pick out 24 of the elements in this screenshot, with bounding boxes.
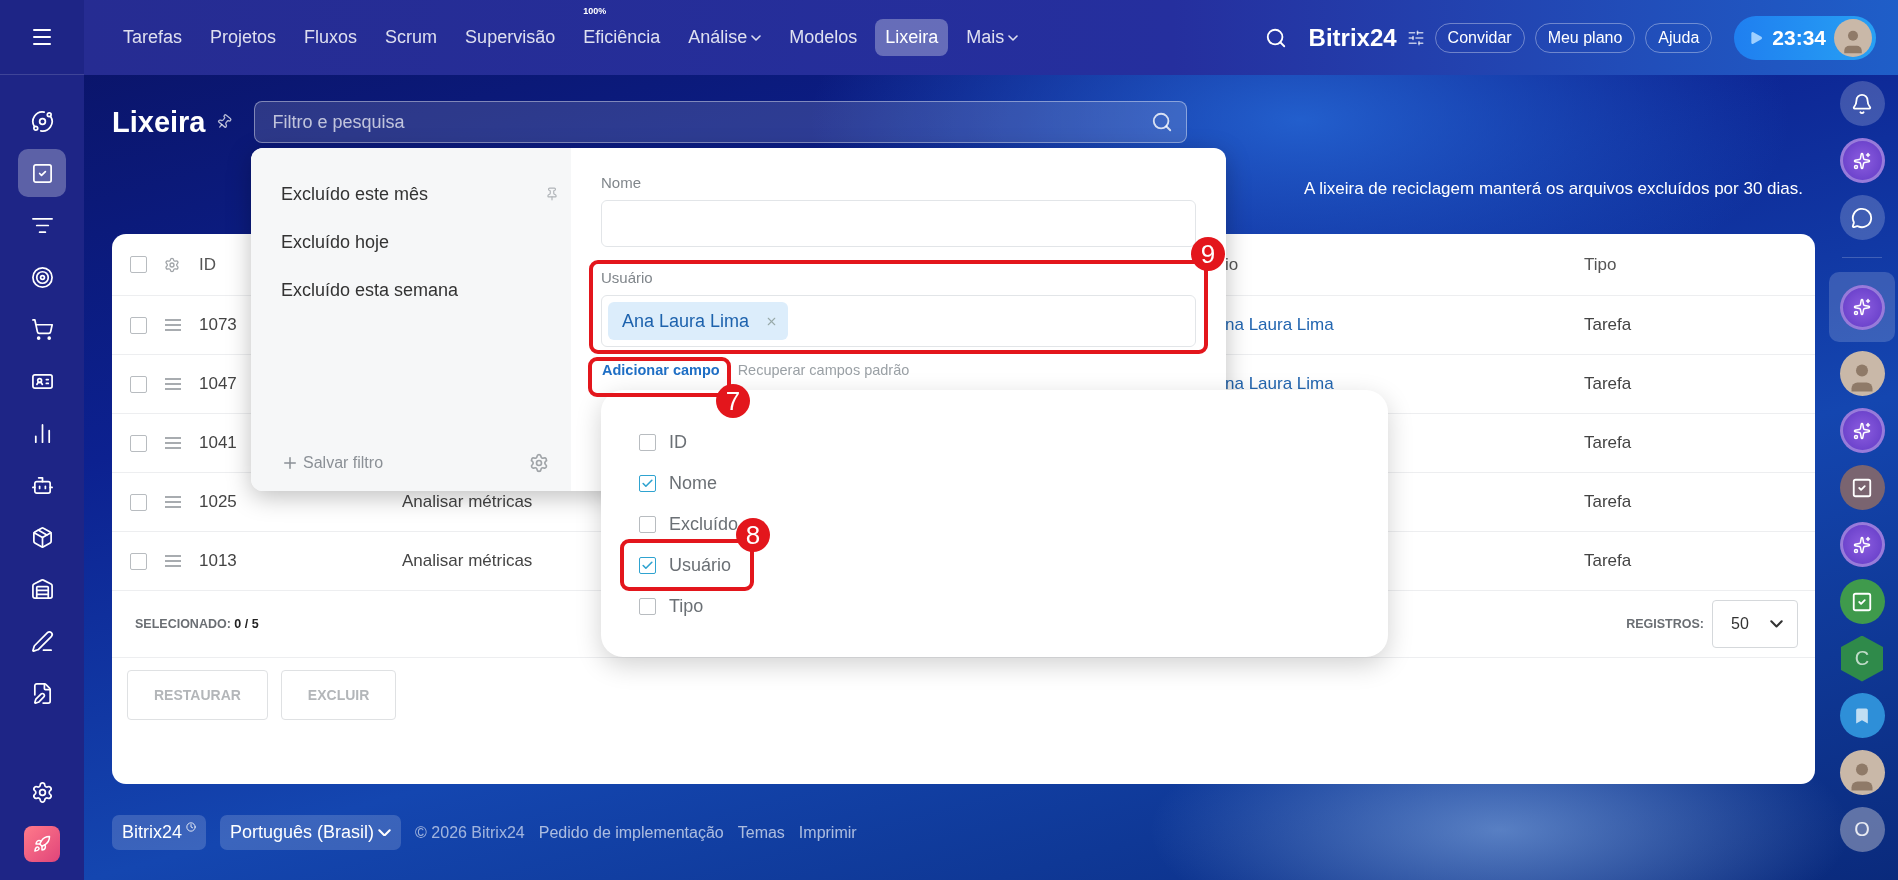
table-cell: 1041 xyxy=(199,433,237,453)
table-cell: 1013 xyxy=(199,551,237,571)
table-cell: Tarefa xyxy=(1584,374,1632,394)
table-cell: Tarefa xyxy=(1584,433,1632,453)
table-cell: Analisar métricas xyxy=(402,551,533,571)
percent-label: 100% xyxy=(583,6,607,16)
column-header: ID xyxy=(199,254,216,275)
copyright-text: © 2026 Bitrix24 xyxy=(415,823,525,842)
table-cell: 1025 xyxy=(199,492,237,512)
column-header: Tipo xyxy=(1584,254,1617,275)
table-cell: Analisar métricas xyxy=(402,492,533,512)
table-cell: Tarefa xyxy=(1584,551,1632,571)
table-cell: 1047 xyxy=(199,374,237,394)
table-cell: Tarefa xyxy=(1584,492,1632,512)
page-title: Lixeira xyxy=(112,105,206,139)
records-label: REGISTROS: xyxy=(1626,617,1704,631)
field-label: Usuário xyxy=(601,269,654,286)
table-cell: 1073 xyxy=(199,315,237,335)
selected-count: SELECIONADO: 0 / 5 xyxy=(135,617,259,631)
brand-logo: Bitrix24 xyxy=(1308,23,1397,52)
table-cell: Tarefa xyxy=(1584,315,1632,335)
column-header: io xyxy=(1225,254,1239,275)
field-label: Nome xyxy=(601,174,642,191)
notice-text: A lixeira de reciclagem manterá os arquivos excluídos por 30 dias. xyxy=(1304,179,1804,199)
